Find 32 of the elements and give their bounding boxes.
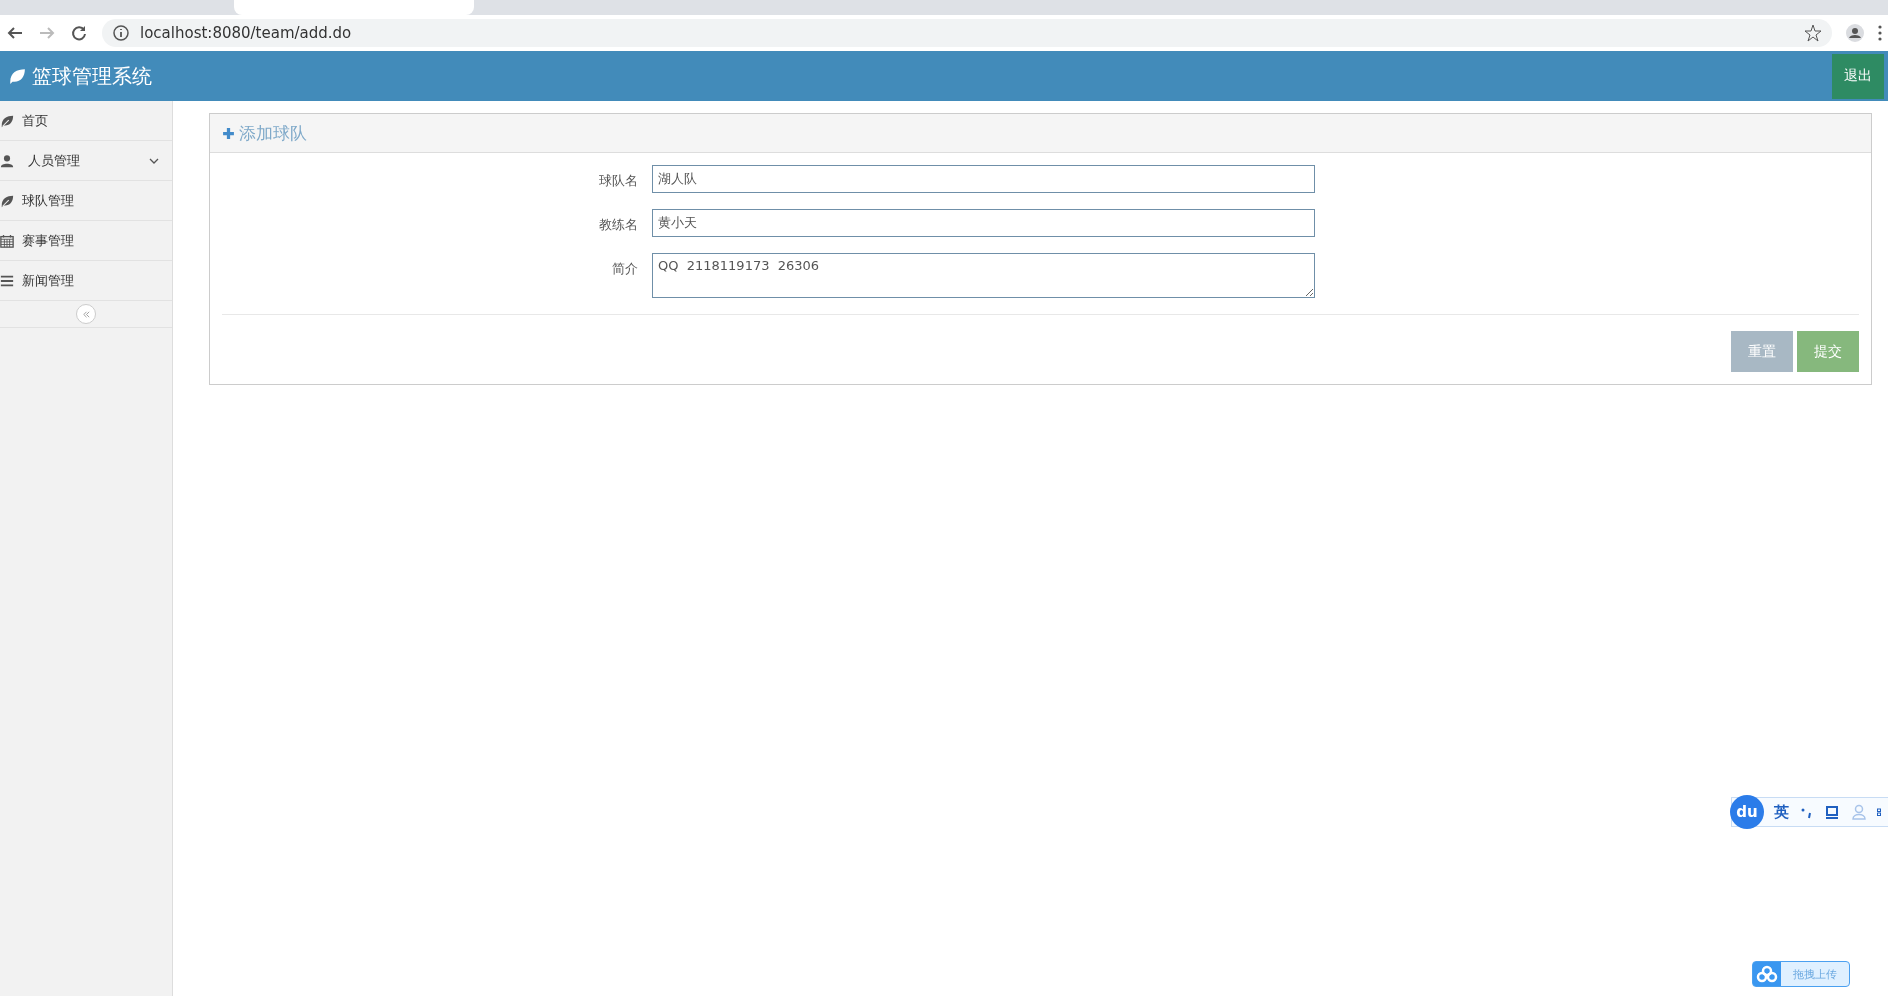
address-bar[interactable]: localhost:8080/team/add.do	[102, 19, 1832, 47]
upload-label: 拖拽上传	[1792, 967, 1838, 983]
field-label: 简介	[611, 260, 639, 278]
sidebar-item[interactable]: 球队管理	[0, 181, 172, 221]
cup-icon[interactable]	[1825, 804, 1841, 820]
user-icon	[0, 153, 14, 168]
sidebar-item[interactable]: 首页	[0, 101, 172, 141]
sidebar-item[interactable]: 赛事管理	[0, 221, 172, 261]
menu-icon[interactable]	[1878, 24, 1882, 42]
profile-icon[interactable]	[1846, 24, 1864, 42]
text-field[interactable]: 黄小天	[652, 209, 1315, 237]
double-chevron-left-icon	[81, 309, 91, 319]
leaf-icon	[8, 67, 26, 85]
panel-title: 添加球队	[239, 121, 307, 145]
field-label: 球队名	[598, 172, 639, 190]
url-text: localhost:8080/team/add.do	[140, 24, 352, 42]
text-field[interactable]: 湖人队	[652, 165, 1315, 193]
list-icon	[0, 273, 14, 288]
star-icon[interactable]	[1804, 24, 1822, 42]
description-field[interactable]: QQ 2118119173 26306	[652, 253, 1315, 298]
plus-icon	[222, 126, 235, 140]
reload-icon[interactable]	[70, 24, 88, 42]
calendar-icon	[0, 233, 14, 248]
field-label: 教练名	[598, 216, 639, 234]
sidebar-item[interactable]: 人员管理	[0, 141, 172, 181]
ime-logo[interactable]: du	[1730, 795, 1764, 829]
app-title: 篮球管理系统	[32, 62, 152, 90]
info-icon[interactable]	[112, 24, 130, 42]
ime-mode[interactable]: 英	[1774, 802, 1789, 822]
logout-button[interactable]: 退出	[1832, 53, 1884, 99]
cloud-icon	[1753, 962, 1781, 986]
sidebar-item[interactable]: 新闻管理	[0, 261, 172, 301]
